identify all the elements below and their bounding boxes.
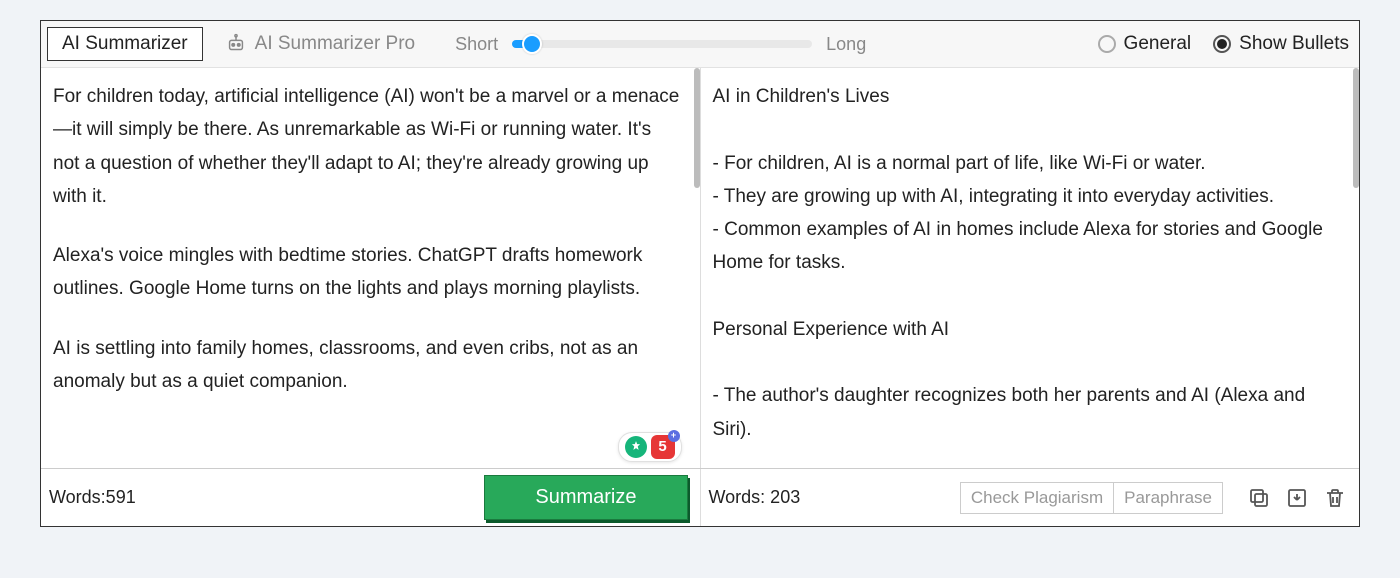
output-word-count: Words: 203 [709, 487, 801, 508]
input-pane[interactable]: For children today, artificial intellige… [41, 68, 701, 468]
plus-icon: + [668, 430, 680, 442]
notification-badge[interactable]: 5 + [651, 435, 675, 459]
length-slider[interactable]: Short Long [455, 34, 866, 55]
radio-icon [1213, 35, 1231, 53]
tab-pro-label: AI Summarizer Pro [255, 33, 415, 55]
slider-thumb[interactable] [522, 34, 542, 54]
slider-max-label: Long [826, 34, 866, 55]
radio-icon [1098, 35, 1116, 53]
output-line: AI in Children's Lives [713, 80, 1342, 113]
footer-right: Words: 203 Check Plagiarism Paraphrase [701, 469, 1360, 526]
summarizer-app: AI Summarizer AI Summarizer Pro Short Lo… [40, 20, 1360, 527]
radio-general-label: General [1124, 33, 1192, 55]
scrollbar[interactable] [694, 68, 700, 188]
copy-icon[interactable] [1247, 486, 1271, 510]
secondary-actions: Check Plagiarism Paraphrase [960, 482, 1223, 514]
slider-min-label: Short [455, 34, 498, 55]
badge-count: 5 [658, 434, 666, 460]
radio-general[interactable]: General [1098, 33, 1192, 55]
summarize-button[interactable]: Summarize [484, 475, 687, 520]
paraphrase-button[interactable]: Paraphrase [1113, 482, 1223, 514]
content-panes: For children today, artificial intellige… [41, 68, 1359, 468]
input-paragraph: Alexa's voice mingles with bedtime stori… [53, 239, 682, 306]
output-line [713, 280, 1342, 313]
footer: Words:591 Summarize Words: 203 Check Pla… [41, 468, 1359, 526]
hint-icon[interactable] [625, 436, 647, 458]
output-line: - For children, AI is a normal part of l… [713, 147, 1342, 180]
tab-ai-summarizer[interactable]: AI Summarizer [47, 27, 203, 61]
output-icon-buttons [1247, 486, 1347, 510]
assistant-badges[interactable]: 5 + [618, 432, 682, 462]
download-icon[interactable] [1285, 486, 1309, 510]
output-pane[interactable]: AI in Children's Lives - For children, A… [701, 68, 1360, 468]
tab-ai-summarizer-pro[interactable]: AI Summarizer Pro [215, 29, 425, 59]
input-word-count: Words:591 [49, 487, 136, 508]
output-line: - The author's daughter recognizes both … [713, 379, 1342, 446]
check-plagiarism-button[interactable]: Check Plagiarism [960, 482, 1113, 514]
input-paragraph: AI is settling into family homes, classr… [53, 332, 682, 399]
output-mode-group: General Show Bullets [1098, 33, 1349, 55]
output-line [713, 113, 1342, 146]
slider-track[interactable] [512, 40, 812, 48]
output-line: - They are growing up with AI, integrati… [713, 180, 1342, 213]
output-line: Personal Experience with AI [713, 313, 1342, 346]
robot-icon [225, 33, 247, 55]
radio-bullets-label: Show Bullets [1239, 33, 1349, 55]
output-line [713, 346, 1342, 379]
input-paragraph: For children today, artificial intellige… [53, 80, 682, 213]
radio-show-bullets[interactable]: Show Bullets [1213, 33, 1349, 55]
trash-icon[interactable] [1323, 486, 1347, 510]
footer-left: Words:591 Summarize [41, 469, 701, 526]
toolbar: AI Summarizer AI Summarizer Pro Short Lo… [41, 21, 1359, 68]
output-line: - Common examples of AI in homes include… [713, 213, 1342, 280]
scrollbar[interactable] [1353, 68, 1359, 188]
